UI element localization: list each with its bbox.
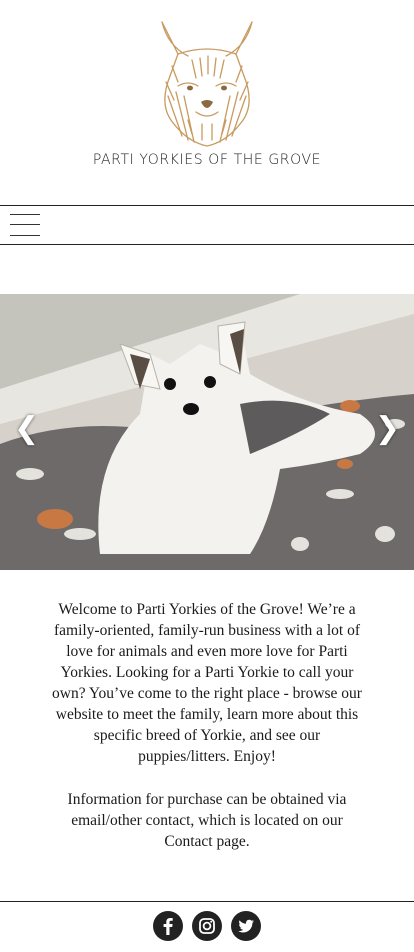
facebook-icon[interactable] <box>152 911 183 941</box>
site-title[interactable]: PARTI YORKIES OF THE GROVE <box>0 152 414 168</box>
yorkie-logo-icon[interactable] <box>148 16 266 150</box>
nav-bar <box>0 205 414 245</box>
image-slider[interactable]: ❮ ❯ <box>0 294 414 570</box>
yorkie-photo <box>0 294 414 570</box>
slider-next-button[interactable]: ❯ <box>375 414 400 444</box>
instagram-icon[interactable] <box>192 911 222 941</box>
purchase-info-text: Information for purchase can be obtained… <box>48 789 366 852</box>
social-links <box>0 911 414 943</box>
purchase-info-prefix: Information for purchase can be obtained… <box>67 791 347 829</box>
site-header: PARTI YORKIES OF THE GROVE <box>0 0 414 205</box>
welcome-text: Welcome to Parti Yorkies of the Grove! W… <box>52 601 362 765</box>
slider-prev-button[interactable]: ❮ <box>14 414 39 444</box>
hamburger-menu-icon[interactable] <box>10 214 40 236</box>
purchase-info-suffix: page. <box>212 833 250 850</box>
footer-divider <box>0 901 414 902</box>
contact-link[interactable]: Contact <box>164 833 212 850</box>
twitter-icon[interactable] <box>231 911 262 941</box>
